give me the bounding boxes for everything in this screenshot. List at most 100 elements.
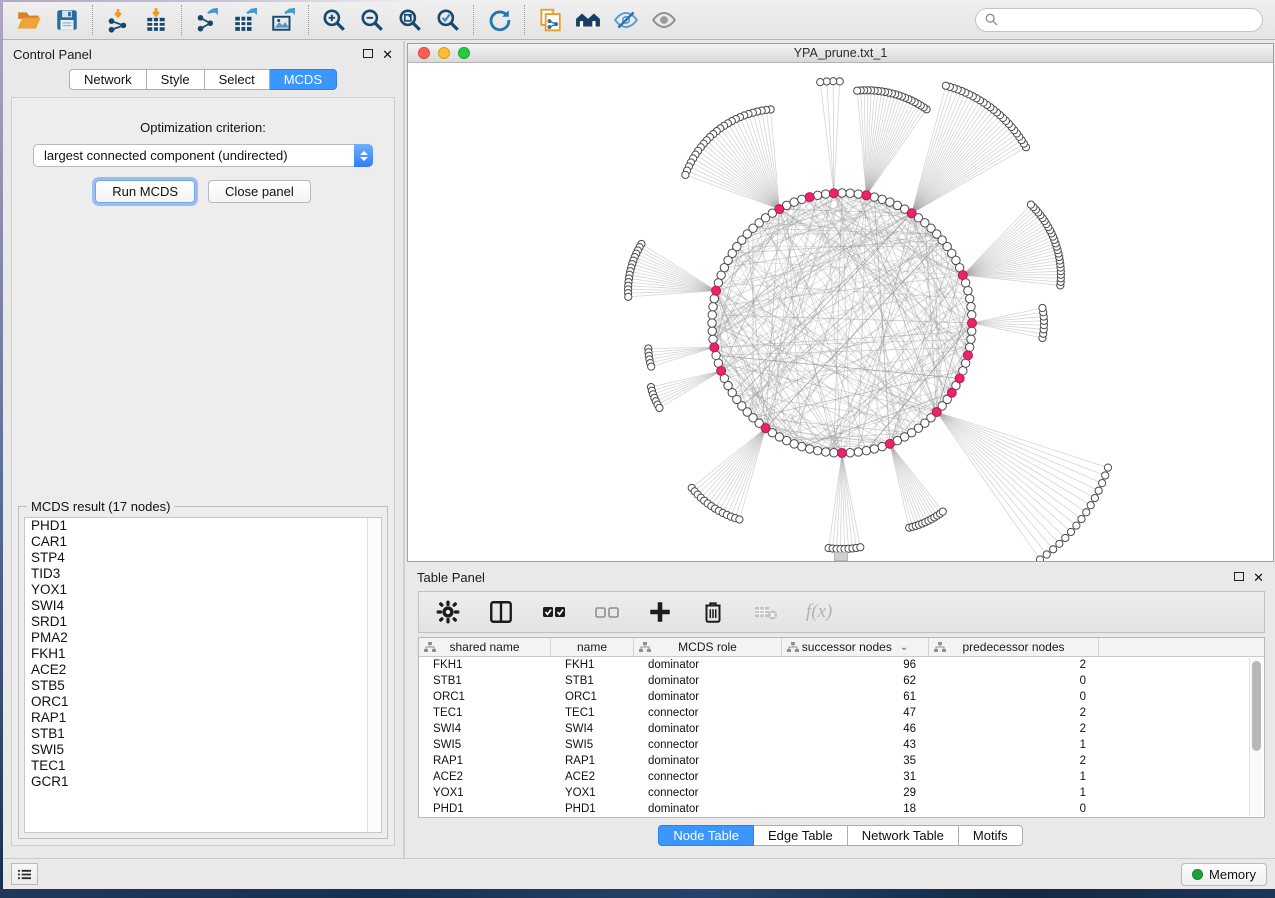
mcds-result-item[interactable]: FKH1 [25,646,381,662]
table-cell: YOX1 [419,787,551,799]
column-header-successor-nodes[interactable]: successor nodes⌄ [782,638,929,656]
table-row[interactable]: FKH1FKH1dominator962 [419,657,1264,673]
close-table-panel-icon[interactable]: ✕ [1253,571,1264,584]
mcds-result-list[interactable]: PHD1CAR1STP4TID3YOX1SWI4SRD1PMA2FKH1ACE2… [24,517,382,833]
memory-button[interactable]: Memory [1181,863,1267,886]
tab-edge-table[interactable]: Edge Table [754,825,848,846]
export-image-button[interactable] [264,4,302,36]
optimization-criterion-select[interactable]: largest connected component (undirected) [33,144,373,167]
mcds-result-item[interactable]: TEC1 [25,758,381,774]
open-file-button[interactable] [10,4,48,36]
table-cell: 43 [782,739,929,751]
zoom-selected-button[interactable] [429,4,467,36]
mcds-list-scrollbar[interactable] [367,518,381,832]
mcds-result-item[interactable]: PHD1 [25,518,381,534]
table-row[interactable]: SWI4SWI4dominator462 [419,721,1264,737]
node-table: shared namenameMCDS rolesuccessor nodes⌄… [418,637,1265,818]
network-graph[interactable] [408,64,1273,561]
table-cell: 62 [782,675,929,687]
apply-layout-button[interactable] [480,4,518,36]
mcds-result-item[interactable]: STB1 [25,726,381,742]
mcds-result-item[interactable]: GCR1 [25,774,381,790]
tab-style[interactable]: Style [147,69,205,90]
tab-mcds[interactable]: MCDS [270,69,337,90]
table-settings-button[interactable] [435,599,461,625]
duplicate-network-button[interactable] [531,4,569,36]
mcds-result-item[interactable]: YOX1 [25,582,381,598]
trash-icon [700,599,726,625]
table-row[interactable]: STB1STB1dominator620 [419,673,1264,689]
save-session-button[interactable] [48,4,86,36]
mcds-result-item[interactable]: ACE2 [25,662,381,678]
table-row[interactable]: YOX1YOX1connector291 [419,785,1264,801]
table-cell: PHD1 [551,803,634,815]
tab-motifs[interactable]: Motifs [959,825,1023,846]
zoom-out-button[interactable] [353,4,391,36]
export-network-button[interactable] [188,4,226,36]
canvas-splitter-handle[interactable] [834,552,848,561]
table-cell: connector [634,787,782,799]
mcds-result-item[interactable]: ORC1 [25,694,381,710]
close-panel-button[interactable]: Close panel [208,180,311,203]
table-cell: 35 [782,755,929,767]
deselect-all-columns-button[interactable] [594,599,620,625]
mcds-result-item[interactable]: CAR1 [25,534,381,550]
table-panel-tabs: Node TableEdge TableNetwork TableMotifs [407,825,1274,846]
first-neighbors-button[interactable] [569,4,607,36]
table-cell: 2 [929,659,1099,671]
mcds-result-item[interactable]: TID3 [25,566,381,582]
mcds-result-item[interactable]: SWI5 [25,742,381,758]
table-scrollbar[interactable] [1249,658,1263,816]
network-window-titlebar[interactable]: YPA_prune.txt_1 [408,44,1273,63]
mcds-result-item[interactable]: RAP1 [25,710,381,726]
tab-select[interactable]: Select [205,69,270,90]
tab-network[interactable]: Network [69,69,147,90]
desktop-wallpaper-strip [0,889,1275,898]
zoom-in-button[interactable] [315,4,353,36]
save-icon [54,7,80,33]
mcds-result-item[interactable]: SWI4 [25,598,381,614]
network-title: YPA_prune.txt_1 [408,46,1273,60]
delete-column-button[interactable] [700,599,726,625]
mcds-result-item[interactable]: STP4 [25,550,381,566]
create-column-button[interactable] [647,599,673,625]
column-header-MCDS-role[interactable]: MCDS role [634,638,782,656]
import-network-button[interactable] [99,4,137,36]
table-cell: dominator [634,675,782,687]
zoom-fit-button[interactable] [391,4,429,36]
eye-icon [651,7,677,33]
export-table-button[interactable] [226,4,264,36]
table-scrollbar-thumb[interactable] [1252,661,1261,751]
mcds-result-item[interactable]: PMA2 [25,630,381,646]
search-box[interactable] [975,8,1263,32]
tab-network-table[interactable]: Network Table [848,825,959,846]
table-cell: 18 [782,803,929,815]
show-all-button[interactable] [645,4,683,36]
table-row[interactable]: SWI5SWI5connector431 [419,737,1264,753]
column-header-shared-name[interactable]: shared name [419,638,551,656]
show-column-panel-button[interactable] [488,599,514,625]
table-row[interactable]: PHD1PHD1dominator180 [419,801,1264,817]
float-table-panel-icon[interactable] [1234,571,1244,583]
tab-node-table[interactable]: Node Table [658,825,754,846]
mcds-result-item[interactable]: STB5 [25,678,381,694]
select-all-columns-button[interactable] [541,599,567,625]
column-header-name[interactable]: name [551,638,634,656]
network-canvas[interactable] [408,64,1273,561]
float-panel-icon[interactable] [363,48,373,60]
table-cell: STB1 [551,675,634,687]
task-history-button[interactable] [11,863,38,885]
table-row[interactable]: TEC1TEC1connector472 [419,705,1264,721]
column-header-predecessor-nodes[interactable]: predecessor nodes [929,638,1099,656]
mcds-result-item[interactable]: SRD1 [25,614,381,630]
import-table-button[interactable] [137,4,175,36]
table-row[interactable]: ACE2ACE2connector311 [419,769,1264,785]
table-row[interactable]: RAP1RAP1dominator352 [419,753,1264,769]
search-input[interactable] [1003,12,1253,27]
close-panel-icon[interactable]: ✕ [382,48,393,61]
hide-selected-button[interactable] [607,4,645,36]
run-mcds-button[interactable]: Run MCDS [95,180,195,203]
table-row[interactable]: ORC1ORC1dominator610 [419,689,1264,705]
optimization-criterion-value: largest connected component (undirected) [34,148,354,163]
node-table-header: shared namenameMCDS rolesuccessor nodes⌄… [419,638,1264,657]
